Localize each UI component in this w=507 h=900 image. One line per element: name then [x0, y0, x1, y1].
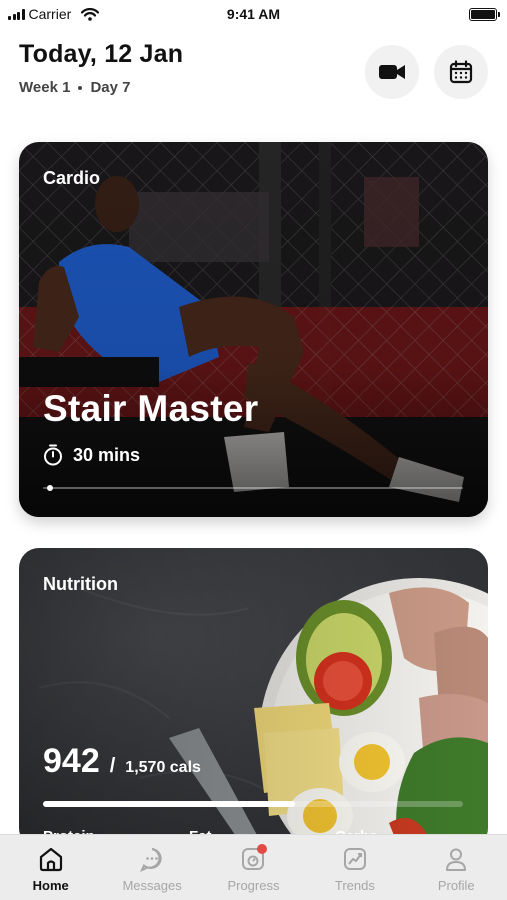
calorie-summary: 942 / 1,570 cals [43, 742, 201, 781]
cardio-category-label: Cardio [43, 168, 101, 188]
duration-text: 30 mins [73, 444, 141, 465]
tab-bar: Home Messages Progress Trends Profile [0, 834, 507, 900]
signal-icon [8, 8, 25, 20]
header: Today, 12 Jan Week 1 Day 7 [19, 40, 488, 110]
stopwatch-icon [44, 444, 62, 466]
separator-dot [78, 85, 83, 90]
tab-messages-label: Messages [122, 878, 182, 893]
profile-icon [440, 843, 472, 875]
calendar-button[interactable] [434, 45, 488, 99]
tab-messages[interactable]: Messages [107, 843, 197, 893]
day-label: Day 7 [90, 79, 131, 96]
tab-home-label: Home [32, 878, 69, 893]
workout-title: Stair Master [43, 388, 259, 429]
video-camera-icon [379, 65, 405, 79]
workout-progress-track [43, 485, 463, 491]
home-icon [35, 843, 67, 875]
calorie-separator: / [109, 755, 116, 777]
trends-icon [339, 843, 371, 875]
status-bar: Carrier 9:41 AM [0, 0, 507, 28]
tab-home[interactable]: Home [6, 843, 96, 893]
chat-icon [136, 843, 168, 875]
week-label: Week 1 [19, 79, 71, 96]
calories-eaten: 942 [43, 742, 100, 780]
tab-trends[interactable]: Trends [310, 843, 400, 893]
cardio-card[interactable]: Cardio Stair Master 30 mins [19, 142, 488, 517]
calories-target: 1,570 cals [125, 759, 201, 776]
workout-duration: 30 mins [43, 444, 140, 466]
carrier-name: Carrier [28, 6, 72, 22]
calorie-progress-track [43, 801, 463, 807]
tab-profile[interactable]: Profile [411, 843, 501, 893]
calendar-icon [449, 60, 473, 84]
nutrition-category-label: Nutrition [43, 574, 118, 594]
tab-progress-label: Progress [227, 878, 280, 893]
status-left: Carrier [8, 6, 100, 22]
nutrition-card[interactable]: Nutrition 942 / 1,570 cals Protein Fat C… [19, 548, 488, 848]
progress-icon [237, 843, 269, 875]
header-actions [365, 45, 488, 99]
calorie-progress-fill [43, 801, 295, 807]
battery-icon [469, 7, 500, 21]
wifi-icon [81, 7, 100, 21]
tab-trends-label: Trends [334, 878, 375, 893]
tab-progress[interactable]: Progress [208, 843, 298, 893]
tab-profile-label: Profile [437, 878, 475, 893]
video-button[interactable] [365, 45, 419, 99]
